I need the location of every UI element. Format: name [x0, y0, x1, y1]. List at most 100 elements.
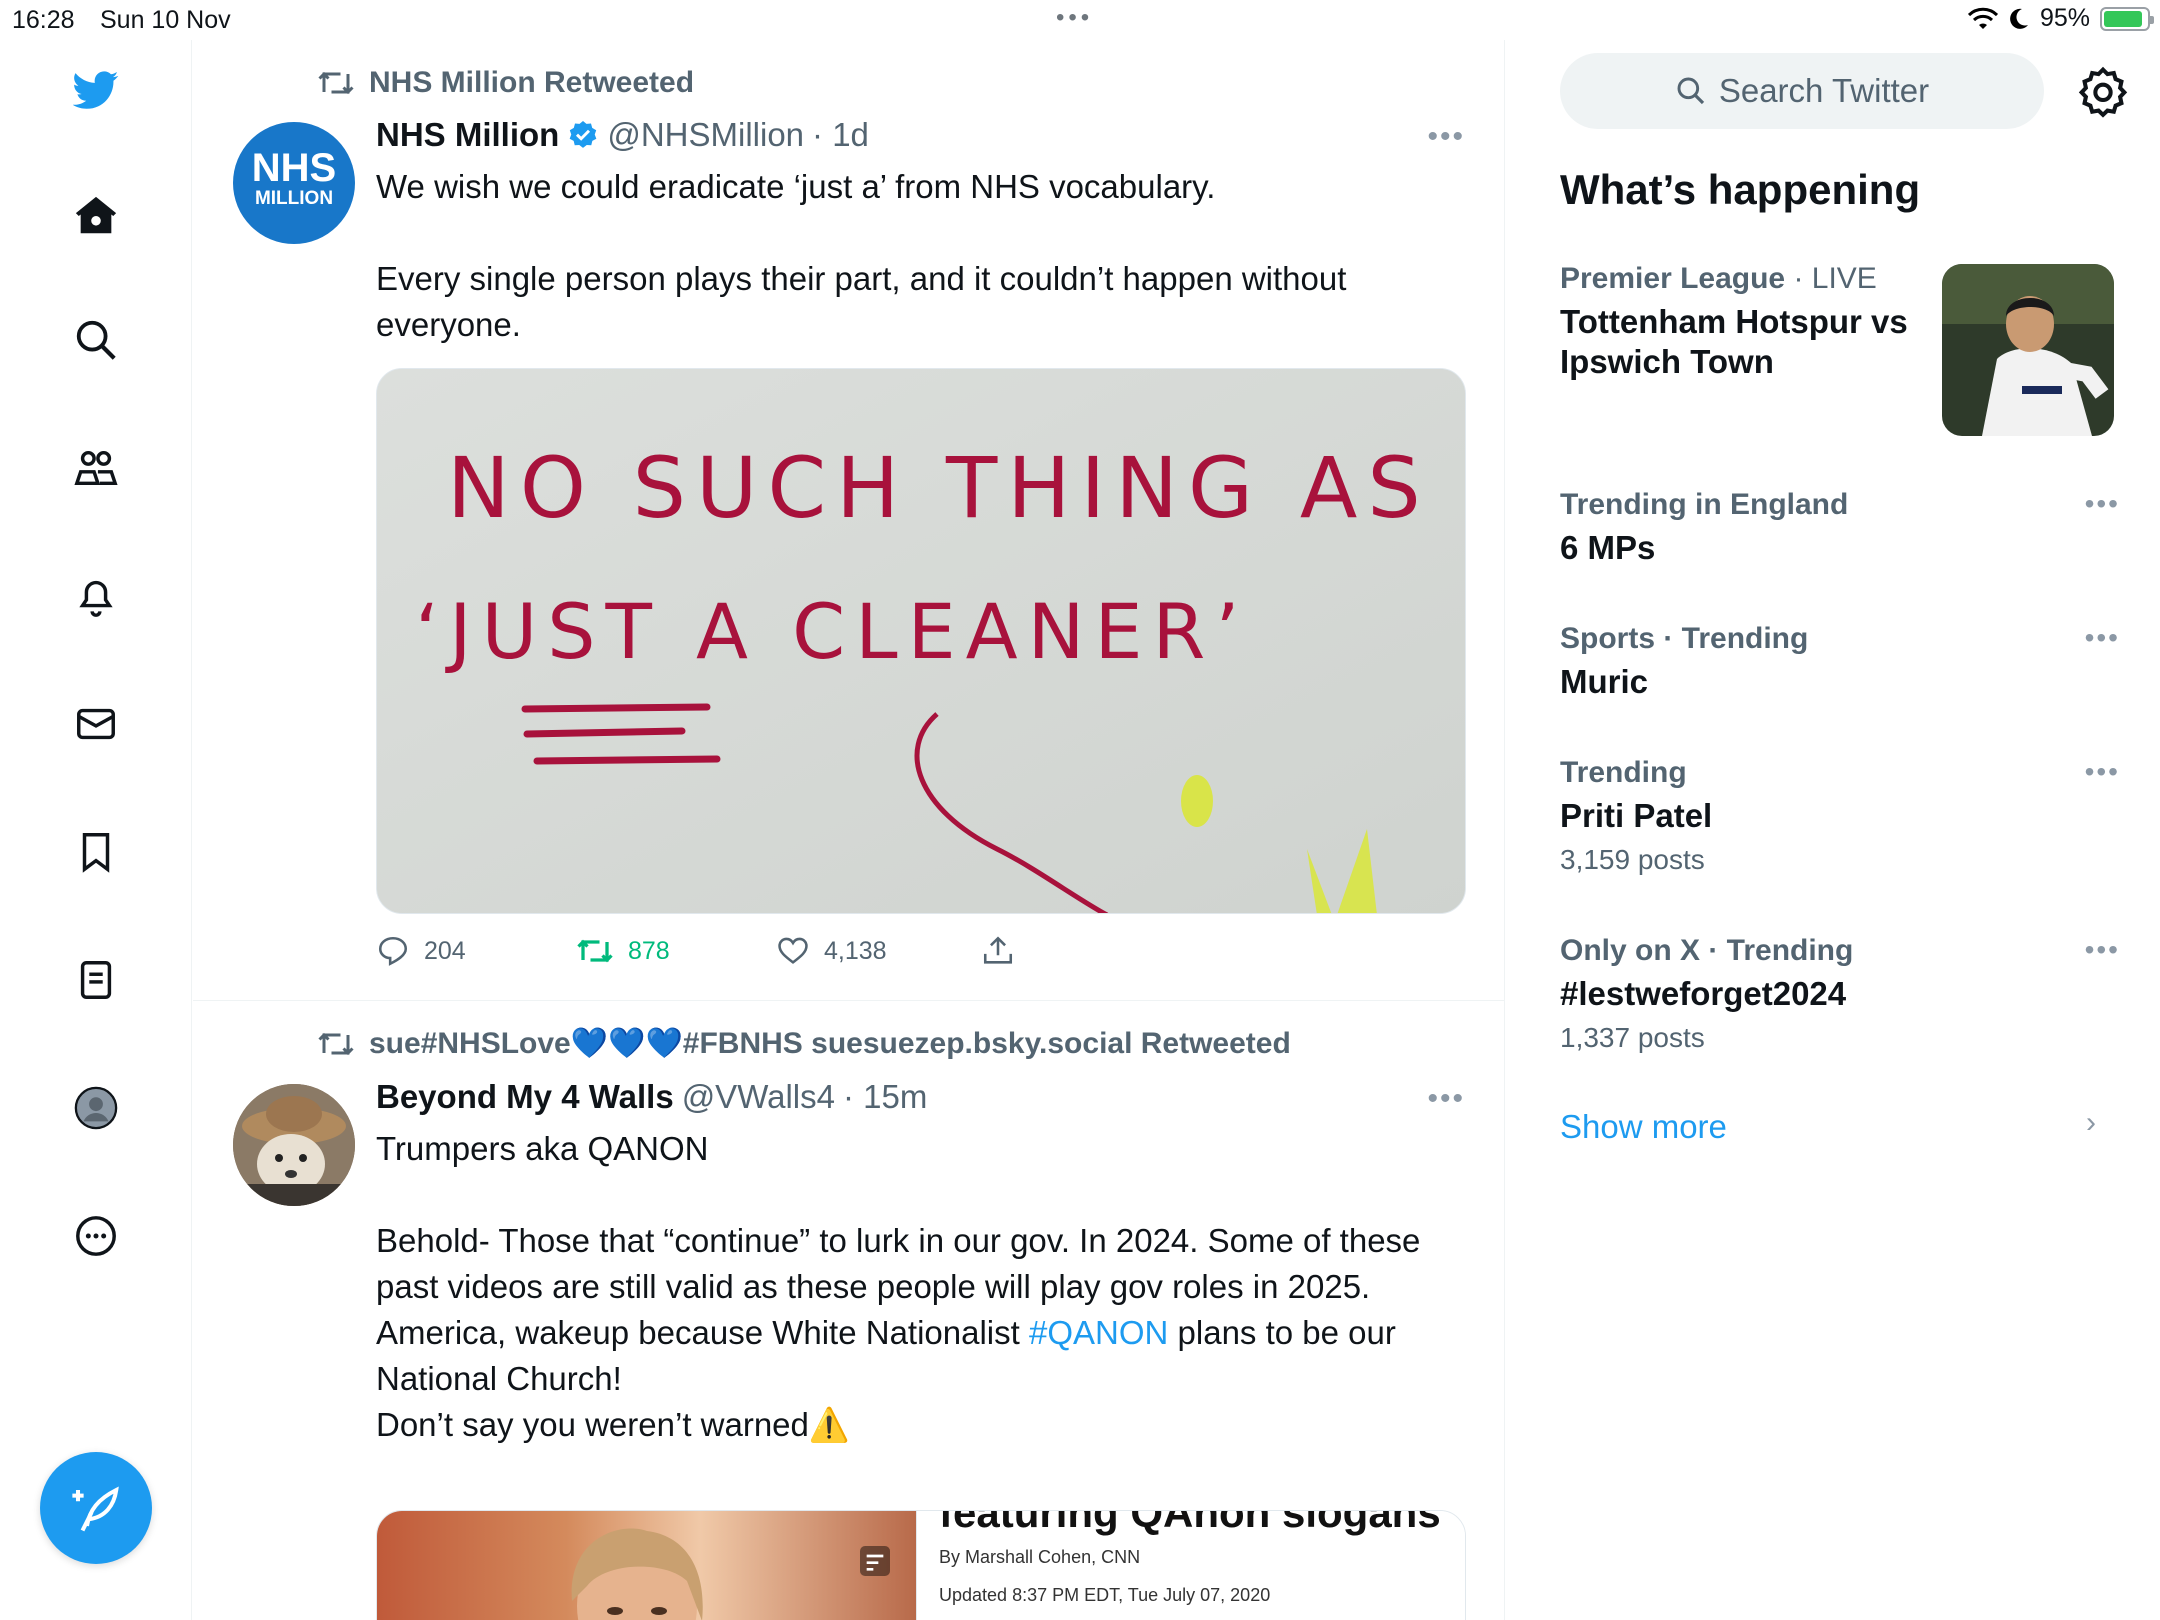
- trend-item-muric[interactable]: Sports · Trending Muric •••: [1560, 622, 2120, 702]
- nhs-million-avatar[interactable]: NHS MILLION: [233, 122, 355, 244]
- hashtag-qanon-link[interactable]: #QANON: [1029, 1314, 1168, 1351]
- whats-happening-heading: What’s happening: [1560, 166, 1921, 213]
- status-bar: 16:28 Sun 10 Nov ••• 95%: [0, 0, 2160, 40]
- video-thumbnail[interactable]: [377, 1511, 917, 1620]
- multitasking-dots-icon[interactable]: •••: [1056, 4, 1093, 32]
- like-button[interactable]: 4,138: [776, 934, 981, 968]
- search-twitter-input[interactable]: Search Twitter: [1560, 53, 2044, 129]
- compose-feather-icon: [72, 1486, 119, 1532]
- home-icon[interactable]: [66, 186, 126, 246]
- explore-search-icon[interactable]: [66, 310, 126, 370]
- chevron-right-icon: ›: [2086, 1106, 2096, 1139]
- trend-more-icon[interactable]: •••: [2085, 934, 2120, 966]
- trend-meta: Sports · Trending: [1560, 622, 2120, 656]
- retweeted-by-label: sue#NHSLove💙💙💙#FBNHS suesuezep.bsky.soci…: [369, 1027, 1291, 1060]
- bookmarks-icon[interactable]: [66, 822, 126, 882]
- status-date: Sun 10 Nov: [100, 6, 231, 34]
- author-name[interactable]: NHS Million: [376, 116, 559, 154]
- trend-meta: Premier League · LIVE: [1560, 262, 1930, 296]
- heart-icon: [778, 937, 808, 964]
- trend-item-lestweforget2024[interactable]: Only on X · Trending #lestweforget2024 1…: [1560, 934, 2120, 1054]
- article-updated: Updated 8:37 PM EDT, Tue July 07, 2020: [939, 1585, 1271, 1605]
- woman-video-still: [571, 1528, 703, 1620]
- trend-item-premier-league[interactable]: Premier League · LIVE Tottenham Hotspur …: [1560, 262, 1930, 382]
- twitter-logo-icon[interactable]: [66, 60, 126, 120]
- trend-post-count: 3,159 posts: [1560, 844, 1705, 875]
- image-text-line1: NO SUCH THING AS: [447, 439, 1431, 537]
- trend-more-icon[interactable]: •••: [2085, 488, 2120, 520]
- settings-gear-icon[interactable]: [2076, 64, 2130, 118]
- home-timeline: NHS Million Retweeted NHS MILLION NHS Mi…: [193, 40, 1505, 1620]
- football-player-image: [1942, 264, 2114, 436]
- compose-tweet-button[interactable]: [40, 1452, 152, 1564]
- reply-button[interactable]: 204: [376, 934, 576, 968]
- dog-in-hat-image: [233, 1084, 355, 1206]
- retweet-icon: [577, 939, 613, 963]
- moon-icon: [2010, 8, 2028, 29]
- article-headline: featuring QAnon slogans: [939, 1511, 1441, 1536]
- author-name[interactable]: Beyond My 4 Walls: [376, 1078, 674, 1116]
- tweet-text-p1: We wish we could eradicate ‘just a’ from…: [376, 168, 1216, 205]
- more-options-icon[interactable]: [66, 1206, 126, 1266]
- share-icon: [983, 936, 1013, 964]
- retweet-context: sue#NHSLove💙💙💙#FBNHS suesuezep.bsky.soci…: [317, 1026, 1291, 1061]
- trend-more-icon[interactable]: •••: [2085, 756, 2120, 788]
- left-navigation: [0, 40, 192, 1620]
- tweet-text-p1: Trumpers aka QANON: [376, 1130, 709, 1167]
- status-time: 16:28: [12, 6, 75, 34]
- trend-meta: Trending: [1560, 756, 2120, 790]
- tweet-text-p3: Don’t say you weren’t warned⚠️: [376, 1406, 850, 1443]
- search-placeholder: Search Twitter: [1718, 72, 1930, 109]
- author-handle[interactable]: @VWalls4: [682, 1078, 835, 1116]
- retweet-icon: [318, 1032, 354, 1055]
- tweet-time[interactable]: · 1d: [812, 116, 869, 154]
- communities-icon[interactable]: [66, 438, 126, 498]
- trend-meta: Trending in England: [1560, 488, 2120, 522]
- verified-badge-icon: [569, 121, 597, 148]
- search-icon: [1677, 77, 1704, 105]
- trend-thumbnail[interactable]: [1942, 264, 2114, 436]
- retweet-count: 878: [628, 936, 670, 965]
- retweet-icon: [318, 71, 354, 95]
- avatar-text-million: MILLION: [254, 188, 334, 209]
- tweet-more-icon[interactable]: •••: [1427, 120, 1465, 154]
- beyond-my-4-walls-avatar[interactable]: [233, 1084, 355, 1206]
- tweet-actions: 204 878 4,138: [376, 934, 1015, 968]
- tweet-header: Beyond My 4 Walls @VWalls4 · 15m: [376, 1078, 927, 1116]
- tweet-text-p2: Every single person plays their part, an…: [376, 260, 1347, 343]
- trend-more-icon[interactable]: •••: [2085, 622, 2120, 654]
- retweet-context: NHS Million Retweeted: [317, 66, 694, 100]
- show-more-link[interactable]: Show more: [1560, 1108, 1727, 1146]
- battery-percent: 95%: [2039, 4, 2090, 32]
- tweet-media-grid[interactable]: featuring QAnon slogans By Marshall Cohe…: [376, 1510, 1466, 1620]
- trend-item-6-mps[interactable]: Trending in England 6 MPs •••: [1560, 488, 2120, 568]
- like-count: 4,138: [824, 936, 887, 965]
- media-overlay-icon[interactable]: [855, 1541, 895, 1581]
- messages-mail-icon[interactable]: [66, 694, 126, 754]
- article-screenshot[interactable]: featuring QAnon slogans By Marshall Cohe…: [916, 1511, 1465, 1620]
- lists-icon[interactable]: [66, 950, 126, 1010]
- retweet-button[interactable]: 878: [576, 936, 776, 966]
- trend-item-priti-patel[interactable]: Trending Priti Patel 3,159 posts •••: [1560, 756, 2120, 876]
- wifi-icon: [1967, 7, 1998, 29]
- article-byline: By Marshall Cohen, CNN: [939, 1547, 1141, 1567]
- trend-title: Tottenham Hotspur vs Ipswich Town: [1560, 303, 1908, 380]
- trend-title: #lestweforget2024: [1560, 975, 1847, 1012]
- share-button[interactable]: [981, 934, 1015, 968]
- author-handle[interactable]: @NHSMillion: [607, 116, 804, 154]
- tweet-more-icon[interactable]: •••: [1427, 1082, 1465, 1116]
- trend-title: 6 MPs: [1560, 529, 1656, 566]
- reply-icon: [378, 936, 408, 966]
- battery-icon: [2100, 6, 2154, 31]
- tweet-image[interactable]: NO SUCH THING AS ‘JUST A CLEANER’: [376, 368, 1466, 914]
- notifications-bell-icon[interactable]: [66, 566, 126, 626]
- trend-category: Trending: [1560, 756, 1687, 789]
- profile-avatar-icon[interactable]: [66, 1078, 126, 1138]
- trend-title: Priti Patel: [1560, 797, 1713, 834]
- trend-title: Muric: [1560, 663, 1649, 700]
- tweet-time[interactable]: · 15m: [843, 1078, 927, 1116]
- trend-category: Premier League: [1560, 262, 1786, 295]
- retweeted-by-label: NHS Million Retweeted: [369, 66, 695, 99]
- image-text-line2: ‘JUST A CLEANER’: [415, 587, 1250, 676]
- trend-category: Trending in England: [1560, 488, 1849, 521]
